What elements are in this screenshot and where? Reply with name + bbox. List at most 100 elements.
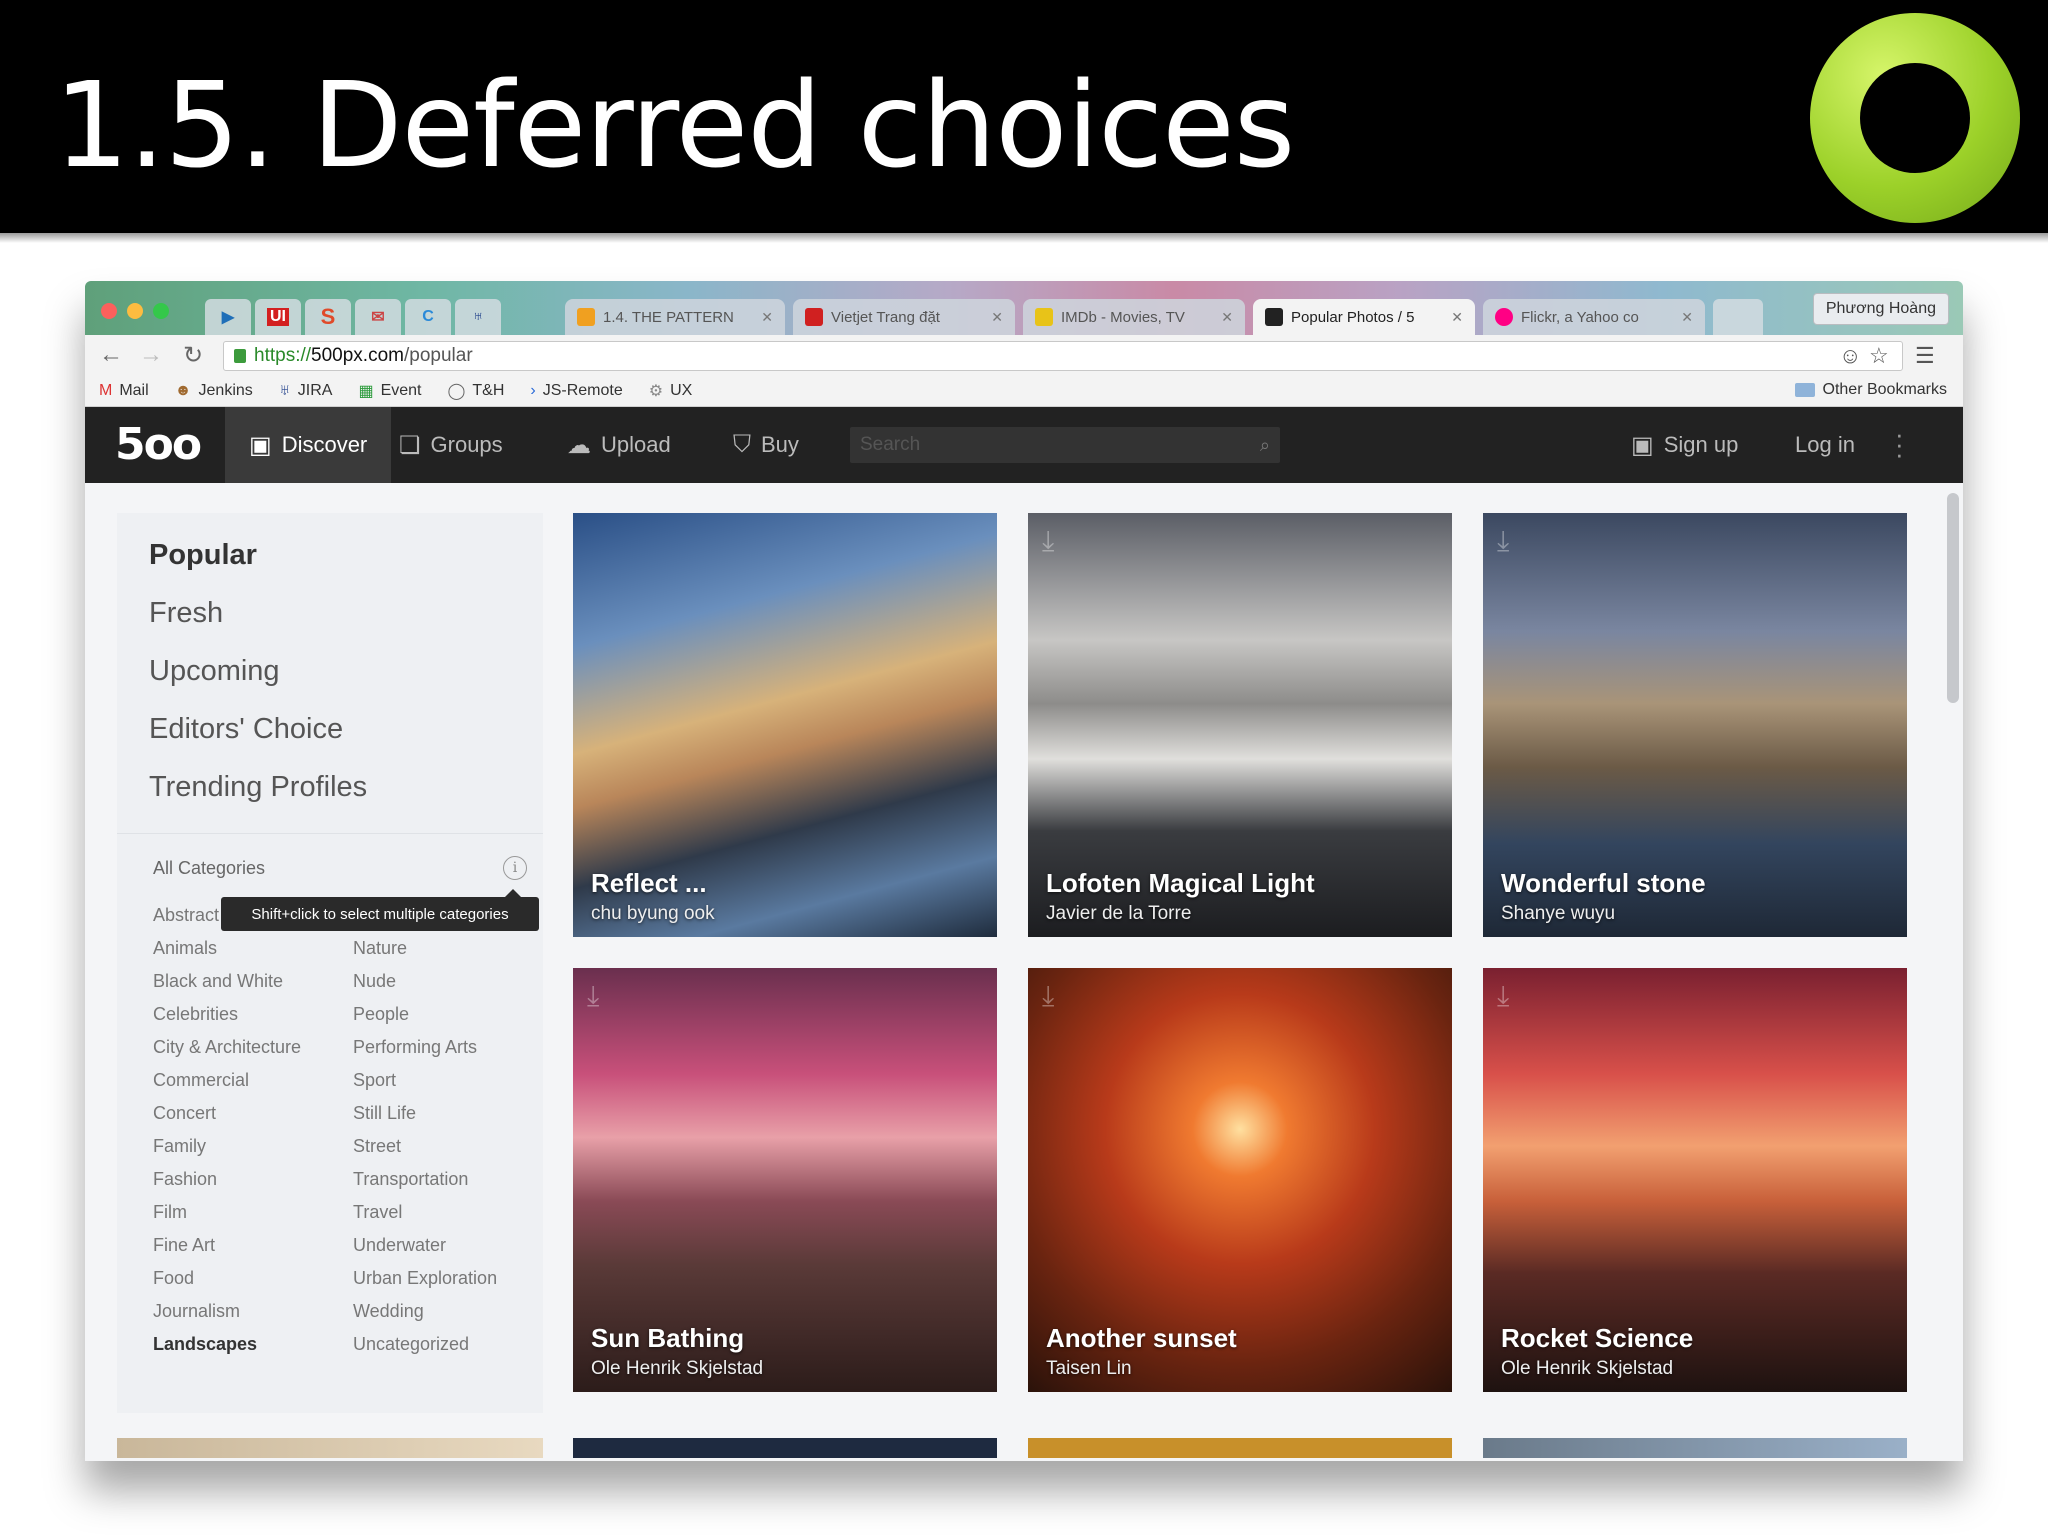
log-in-button[interactable]: Log in	[1795, 407, 1855, 483]
info-icon[interactable]: i	[503, 856, 527, 880]
category-nature[interactable]: Nature	[353, 938, 407, 959]
category-food[interactable]: Food	[153, 1268, 194, 1289]
category-journalism[interactable]: Journalism	[153, 1301, 240, 1322]
sidebar-link-fresh[interactable]: Fresh	[149, 597, 223, 630]
category-abstract[interactable]: Abstract	[153, 905, 219, 926]
play-icon: ▶	[221, 309, 235, 326]
sidebar-link-trending-profiles[interactable]: Trending Profiles	[149, 771, 367, 804]
pinned-tab-jira[interactable]: ♅	[455, 299, 501, 335]
close-window-button[interactable]	[101, 303, 117, 319]
tab-vietjet[interactable]: Vietjet Trang đặt ✕	[793, 299, 1015, 335]
tab-imdb[interactable]: IMDb - Movies, TV ✕	[1023, 299, 1245, 335]
extension-icon[interactable]: ☺	[1839, 343, 1861, 369]
photo-card[interactable]: ⤓ Wonderful stone Shanye wuyu	[1483, 513, 1907, 937]
reload-icon[interactable]: ↻	[183, 341, 203, 370]
photo-card[interactable]: ⤓ Rocket Science Ole Henrik Skjelstad	[1483, 968, 1907, 1392]
bookmarks-bar: M Mail ☻ Jenkins ♅ JIRA ▦ Event ◯ T&H › JS-Rem…	[85, 375, 1963, 407]
mail-icon: ✉	[371, 309, 385, 326]
category-urban-exploration[interactable]: Urban Exploration	[353, 1268, 497, 1289]
profile-button[interactable]: Phương Hoàng	[1812, 293, 1949, 325]
tab-flickr[interactable]: Flickr, a Yahoo co ✕	[1483, 299, 1705, 335]
category-people[interactable]: People	[353, 1004, 409, 1025]
bookmark-jenkins[interactable]: ☻ Jenkins	[175, 382, 253, 400]
category-still-life[interactable]: Still Life	[353, 1103, 416, 1124]
photo-card-partial[interactable]	[117, 1438, 543, 1458]
bookmark-event[interactable]: ▦ Event	[358, 381, 421, 401]
other-bookmarks[interactable]: Other Bookmarks	[1794, 381, 1947, 399]
close-tab-icon[interactable]: ✕	[1221, 309, 1233, 326]
download-icon[interactable]: ⤓	[1042, 525, 1054, 558]
category-uncategorized[interactable]: Uncategorized	[353, 1334, 469, 1355]
photo-card-partial[interactable]	[573, 1438, 997, 1458]
nav-discover[interactable]: ▣ Discover	[225, 407, 392, 483]
sidebar-link-editors-choice[interactable]: Editors' Choice	[149, 713, 343, 746]
close-tab-icon[interactable]: ✕	[1451, 309, 1463, 326]
new-tab-button[interactable]	[1713, 299, 1763, 335]
more-menu-icon[interactable]: · · ·	[1895, 421, 1904, 467]
sidebar-link-upcoming[interactable]: Upcoming	[149, 655, 280, 688]
bookmark-jira[interactable]: ♅ JIRA	[279, 382, 333, 400]
category-concert[interactable]: Concert	[153, 1103, 216, 1124]
category-wedding[interactable]: Wedding	[353, 1301, 424, 1322]
star-icon[interactable]: ☆	[1869, 343, 1889, 369]
photo-card-partial[interactable]	[1028, 1438, 1452, 1458]
category-commercial[interactable]: Commercial	[153, 1070, 249, 1091]
download-icon[interactable]: ⤓	[1042, 980, 1054, 1013]
bookmark-th[interactable]: ◯ T&H	[447, 381, 504, 401]
download-icon[interactable]: ⤓	[1497, 525, 1509, 558]
category-transportation[interactable]: Transportation	[353, 1169, 468, 1190]
photo-card[interactable]: ⤓ Sun Bathing Ole Henrik Skjelstad	[573, 968, 997, 1392]
jira-icon: ♅	[278, 381, 291, 399]
category-black-and-white[interactable]: Black and White	[153, 971, 283, 992]
category-nude[interactable]: Nude	[353, 971, 396, 992]
category-sport[interactable]: Sport	[353, 1070, 396, 1091]
tab-pattern[interactable]: 1.4. THE PATTERN ✕	[565, 299, 785, 335]
maximize-window-button[interactable]	[153, 303, 169, 319]
photo-card[interactable]: ⤓ Lofoten Magical Light Javier de la Tor…	[1028, 513, 1452, 937]
bookmark-ux[interactable]: ⚙ UX	[649, 381, 693, 401]
page-content: Popular Fresh Upcoming Editors' Choice T…	[85, 483, 1963, 1461]
category-street[interactable]: Street	[353, 1136, 401, 1157]
sidebar-link-popular[interactable]: Popular	[149, 539, 257, 572]
category-underwater[interactable]: Underwater	[353, 1235, 446, 1256]
category-performing-arts[interactable]: Performing Arts	[353, 1037, 477, 1058]
category-city-architecture[interactable]: City & Architecture	[153, 1037, 301, 1058]
ui-icon: UI	[267, 308, 289, 326]
pinned-tab-mail[interactable]: ✉	[355, 299, 401, 335]
nav-groups[interactable]: ❏ Groups	[399, 407, 503, 483]
close-tab-icon[interactable]: ✕	[991, 309, 1003, 326]
address-bar[interactable]: https://500px.com/popular	[223, 341, 1903, 371]
close-tab-icon[interactable]: ✕	[761, 309, 773, 326]
category-family[interactable]: Family	[153, 1136, 206, 1157]
category-celebrities[interactable]: Celebrities	[153, 1004, 238, 1025]
back-arrow-icon[interactable]: ←	[99, 341, 123, 369]
photo-card[interactable]: Reflect ... chu byung ook	[573, 513, 997, 937]
pinned-tab-c[interactable]: C	[405, 299, 451, 335]
category-animals[interactable]: Animals	[153, 938, 217, 959]
minimize-window-button[interactable]	[127, 303, 143, 319]
menu-icon[interactable]: ☰	[1915, 343, 1935, 369]
category-landscapes[interactable]: Landscapes	[153, 1334, 257, 1355]
nav-upload[interactable]: ☁ Upload	[567, 407, 671, 483]
search-input[interactable]: Search ⌕	[850, 427, 1280, 463]
bookmark-mail[interactable]: M Mail	[99, 382, 149, 400]
pinned-tab-play[interactable]: ▶	[205, 299, 251, 335]
pinned-tab-s[interactable]: S	[305, 299, 351, 335]
forward-arrow-icon[interactable]: →	[139, 341, 163, 369]
bookmark-js-remote[interactable]: › JS-Remote	[530, 382, 622, 400]
photo-card-partial[interactable]	[1483, 1438, 1907, 1458]
scrollbar[interactable]	[1947, 493, 1959, 703]
nav-buy[interactable]: ⛉ Buy	[733, 407, 799, 483]
download-icon[interactable]: ⤓	[1497, 980, 1509, 1013]
close-tab-icon[interactable]: ✕	[1681, 309, 1693, 326]
photo-card[interactable]: ⤓ Another sunset Taisen Lin	[1028, 968, 1452, 1392]
category-travel[interactable]: Travel	[353, 1202, 402, 1223]
category-film[interactable]: Film	[153, 1202, 187, 1223]
500px-logo[interactable]: 5oo	[115, 419, 202, 470]
category-fashion[interactable]: Fashion	[153, 1169, 217, 1190]
sign-up-button[interactable]: ▣ Sign up	[1631, 407, 1738, 483]
pinned-tab-ui[interactable]: UI	[255, 299, 301, 335]
tab-500px[interactable]: Popular Photos / 5 ✕	[1253, 299, 1475, 335]
download-icon[interactable]: ⤓	[587, 980, 599, 1013]
category-fine-art[interactable]: Fine Art	[153, 1235, 215, 1256]
